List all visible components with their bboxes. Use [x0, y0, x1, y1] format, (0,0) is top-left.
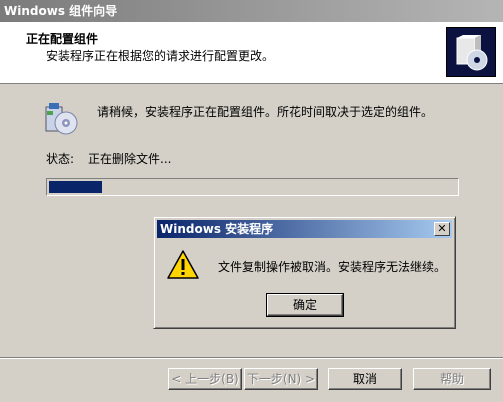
cancel-button[interactable]: 取消: [328, 368, 402, 390]
dialog-message: 文件复制操作被取消。安装程序无法继续。: [218, 260, 447, 274]
progress-fill: [49, 181, 102, 193]
header-title: 正在配置组件: [26, 32, 99, 46]
window-titlebar[interactable]: Windows 组件向导: [0, 0, 503, 22]
status-value: 正在删除文件...: [88, 152, 172, 166]
wizard-header: 正在配置组件 安装程序正在根据您的请求进行配置更改。: [0, 22, 503, 84]
status-label: 状态:: [46, 152, 75, 166]
window-title: Windows 组件向导: [4, 4, 118, 18]
info-text: 请稍候，安装程序正在配置组件。所花时间取决于选定的组件。: [97, 105, 434, 119]
dialog-title: Windows 安装程序: [160, 222, 274, 236]
wizard-window: Windows 组件向导 正在配置组件 安装程序正在根据您的请求进行配置更改。 …: [0, 0, 503, 402]
back-button[interactable]: < 上一步(B): [168, 368, 242, 390]
software-box-icon: [446, 27, 496, 77]
dialog-titlebar[interactable]: Windows 安装程序 ✕: [157, 220, 452, 238]
next-button[interactable]: 下一步(N) >: [244, 368, 318, 390]
ok-button[interactable]: 确定: [266, 293, 344, 317]
progress-bar: [46, 178, 459, 196]
warning-icon: [167, 250, 199, 280]
header-subtitle: 安装程序正在根据您的请求进行配置更改。: [46, 49, 275, 63]
close-icon[interactable]: ✕: [434, 222, 450, 236]
help-button[interactable]: 帮助: [413, 368, 491, 390]
computer-cd-icon: [43, 101, 79, 137]
separator: [0, 357, 503, 359]
error-dialog: Windows 安装程序 ✕ 文件复制操作被取消。安装程序无法继续。 确定: [153, 216, 456, 329]
